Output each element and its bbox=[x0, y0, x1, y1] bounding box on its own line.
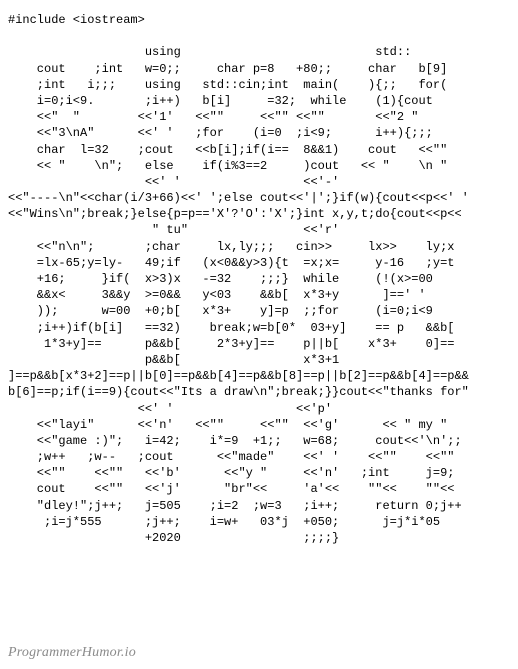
watermark: ProgrammerHumor.io bbox=[8, 644, 136, 663]
obfuscated-cpp-code: #include <iostream> using std:: cout ;in… bbox=[8, 12, 510, 546]
